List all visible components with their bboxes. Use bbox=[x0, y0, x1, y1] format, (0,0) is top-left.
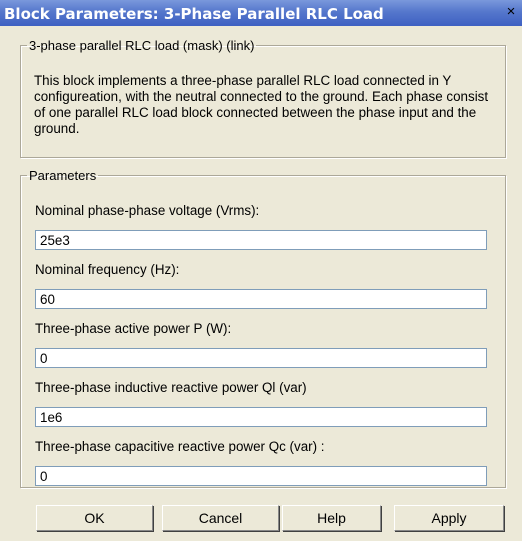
description-group: 3-phase parallel RLC load (mask) (link) … bbox=[20, 38, 506, 158]
parameters-group: Parameters Nominal phase-phase voltage (… bbox=[20, 168, 506, 488]
frequency-input[interactable] bbox=[35, 289, 487, 309]
voltage-input[interactable] bbox=[35, 230, 487, 250]
cancel-button[interactable]: Cancel bbox=[162, 505, 279, 531]
description-legend: 3-phase parallel RLC load (mask) (link) bbox=[29, 38, 255, 53]
capacitive-power-label: Three-phase capacitive reactive power Qc… bbox=[35, 439, 325, 454]
block-parameters-dialog: Block Parameters: 3-Phase Parallel RLC L… bbox=[0, 0, 522, 541]
title-bar[interactable]: Block Parameters: 3-Phase Parallel RLC L… bbox=[0, 0, 522, 26]
parameters-legend: Parameters bbox=[29, 168, 97, 183]
inductive-power-label: Three-phase inductive reactive power Ql … bbox=[35, 380, 307, 395]
help-button[interactable]: Help bbox=[282, 505, 381, 531]
inductive-power-input[interactable] bbox=[35, 407, 487, 427]
active-power-label: Three-phase active power P (W): bbox=[35, 321, 232, 336]
voltage-label: Nominal phase-phase voltage (Vrms): bbox=[35, 203, 260, 218]
frequency-label: Nominal frequency (Hz): bbox=[35, 262, 180, 277]
close-icon[interactable]: × bbox=[504, 4, 518, 20]
capacitive-power-input[interactable] bbox=[35, 466, 487, 486]
apply-button[interactable]: Apply bbox=[394, 505, 504, 531]
ok-button[interactable]: OK bbox=[36, 505, 153, 531]
description-text: This block implements a three-phase para… bbox=[34, 73, 489, 136]
window-title: Block Parameters: 3-Phase Parallel RLC L… bbox=[4, 5, 384, 23]
active-power-input[interactable] bbox=[35, 348, 487, 368]
